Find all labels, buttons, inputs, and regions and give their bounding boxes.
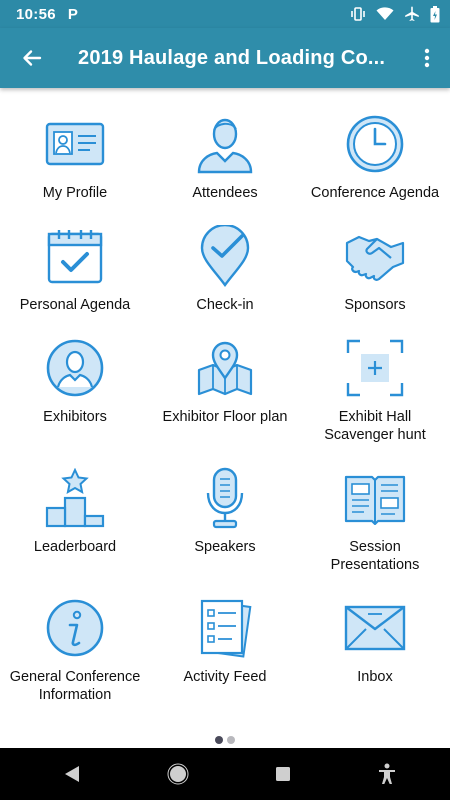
- tile-personal-agenda[interactable]: Personal Agenda: [0, 224, 150, 314]
- scan-plus-icon: [343, 336, 407, 400]
- map-pin-icon: [193, 336, 257, 400]
- id-card-icon: [43, 112, 107, 176]
- status-time: 10:56: [16, 5, 56, 23]
- wifi-icon: [376, 7, 394, 21]
- parking-app-icon: P: [67, 5, 78, 23]
- tile-speakers[interactable]: Speakers: [150, 466, 300, 556]
- vibrate-icon: [350, 6, 366, 22]
- tile-scavenger-hunt[interactable]: Exhibit Hall Scavenger hunt: [300, 336, 450, 444]
- nav-home-button[interactable]: [167, 763, 189, 785]
- tile-inbox[interactable]: Inbox: [300, 596, 450, 686]
- location-check-icon: [193, 224, 257, 288]
- open-book-icon: [343, 466, 407, 530]
- tile-exhibitors[interactable]: Exhibitors: [0, 336, 150, 426]
- tile-conference-agenda[interactable]: Conference Agenda: [300, 112, 450, 202]
- nav-recents-button[interactable]: [275, 766, 291, 782]
- tile-label: Exhibit Hall Scavenger hunt: [324, 409, 426, 443]
- tile-label: General Conference Information: [9, 669, 141, 703]
- tile-label: Attendees: [192, 185, 258, 201]
- system-nav-bar: [0, 748, 450, 800]
- person-circle-icon: [43, 336, 107, 400]
- tile-label: Sponsors: [344, 297, 406, 313]
- nav-back-button[interactable]: [63, 764, 81, 784]
- tile-sponsors[interactable]: Sponsors: [300, 224, 450, 314]
- accessibility-icon: [379, 763, 395, 784]
- info-icon: [43, 596, 107, 660]
- tile-label: Inbox: [357, 669, 393, 685]
- airplane-icon: [404, 6, 420, 22]
- arrow-back-icon: [23, 50, 42, 66]
- nav-accessibility-button[interactable]: [377, 763, 397, 785]
- square-recents-icon: [276, 767, 290, 781]
- tile-label: Exhibitor Floor plan: [162, 409, 288, 425]
- clock-icon: [343, 112, 407, 176]
- tile-label: Activity Feed: [183, 669, 267, 685]
- page-dot-active[interactable]: [215, 736, 223, 744]
- tile-my-profile[interactable]: My Profile: [0, 112, 150, 202]
- page-title: 2019 Haulage and Loading Co...: [78, 46, 386, 69]
- tile-general-information[interactable]: General Conference Information: [0, 596, 150, 704]
- tile-label: Exhibitors: [43, 409, 107, 425]
- tile-leaderboard[interactable]: Leaderboard: [0, 466, 150, 556]
- envelope-icon: [343, 596, 407, 660]
- home-circle-icon: [167, 763, 189, 785]
- tile-label: Personal Agenda: [19, 297, 131, 313]
- podium-star-icon: [43, 466, 107, 530]
- handshake-icon: [343, 224, 407, 288]
- tile-label: Speakers: [194, 539, 256, 555]
- back-button[interactable]: [0, 28, 64, 88]
- tile-check-in[interactable]: Check-in: [150, 224, 300, 314]
- page-dot-inactive[interactable]: [227, 736, 235, 744]
- person-icon: [193, 112, 257, 176]
- more-vert-icon: [424, 48, 430, 68]
- calendar-check-icon: [43, 224, 107, 288]
- tile-label: My Profile: [42, 185, 108, 201]
- checklist-icon: [193, 596, 257, 660]
- microphone-icon: [193, 466, 257, 530]
- status-icons: [350, 5, 440, 23]
- page-indicator: [0, 736, 450, 744]
- status-bar: 10:56 P: [0, 0, 450, 28]
- tile-session-presentations[interactable]: Session Presentations: [300, 466, 450, 574]
- overflow-menu-button[interactable]: [404, 28, 450, 88]
- tile-label: Check-in: [196, 297, 254, 313]
- tile-activity-feed[interactable]: Activity Feed: [150, 596, 300, 686]
- app-bar: 2019 Haulage and Loading Co...: [0, 28, 450, 88]
- tile-exhibitor-floor-plan[interactable]: Exhibitor Floor plan: [150, 336, 300, 426]
- battery-icon: [430, 5, 440, 23]
- triangle-back-icon: [65, 766, 79, 782]
- tile-label: Leaderboard: [33, 539, 117, 555]
- tile-label: Session Presentations: [330, 539, 420, 573]
- tile-attendees[interactable]: Attendees: [150, 112, 300, 202]
- tile-label: Conference Agenda: [310, 185, 440, 201]
